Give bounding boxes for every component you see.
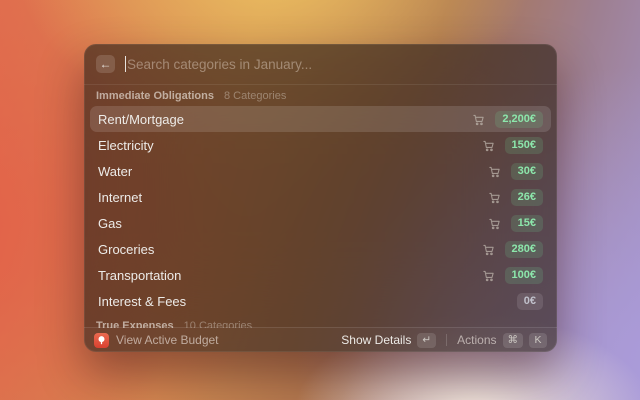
- actions-button[interactable]: Actions ⌘ K: [457, 332, 547, 348]
- show-details-button[interactable]: Show Details ↵: [341, 332, 437, 348]
- amount-badge: 100€: [504, 266, 543, 284]
- category-name: Interest & Fees: [98, 293, 187, 309]
- amount-badge: 0€: [516, 292, 543, 310]
- actions-label: Actions: [457, 333, 497, 347]
- amount-badge: 280€: [504, 240, 543, 258]
- footer-divider: [446, 334, 448, 346]
- command-palette-window: ← Immediate Obligations 8 Categories Rent…: [84, 44, 557, 352]
- category-row[interactable]: Groceries 280€: [90, 236, 551, 262]
- category-accessories: 30€: [488, 162, 543, 180]
- category-name: Rent/Mortgage: [98, 111, 184, 127]
- text-cursor: [125, 56, 126, 72]
- section-count: 8 Categories: [223, 90, 287, 102]
- shopping-cart-icon: [482, 244, 494, 255]
- amount-badge: 15€: [510, 214, 543, 232]
- category-name: Gas: [98, 215, 122, 231]
- search-input[interactable]: [127, 56, 545, 72]
- section-header: Immediate Obligations 8 Categories: [90, 84, 551, 106]
- category-accessories: 15€: [488, 214, 543, 232]
- category-accessories: 26€: [488, 188, 543, 206]
- back-arrow-icon: ←: [99, 57, 112, 71]
- shopping-cart-icon: [488, 192, 500, 203]
- category-name: Internet: [98, 189, 143, 205]
- amount-badge: 150€: [504, 136, 543, 154]
- footer-app-label: View Active Budget: [116, 333, 219, 347]
- section-name: Immediate Obligations: [96, 90, 214, 102]
- amount-badge: 26€: [510, 188, 543, 206]
- amount-badge: 2,200€: [495, 110, 543, 128]
- category-accessories: 150€: [482, 136, 543, 154]
- shopping-cart-icon: [482, 140, 494, 151]
- category-row[interactable]: Internet 26€: [90, 184, 551, 210]
- category-accessories: 280€: [482, 240, 543, 258]
- back-button[interactable]: ←: [96, 55, 115, 73]
- shopping-cart-icon: [482, 270, 494, 281]
- command-key-icon: ⌘: [502, 332, 523, 348]
- category-accessories: 0€: [516, 292, 543, 310]
- return-key-icon: ↵: [417, 332, 437, 348]
- show-details-label: Show Details: [341, 333, 412, 347]
- category-row[interactable]: Transportation 100€: [90, 262, 551, 288]
- category-name: Electricity: [98, 137, 154, 153]
- search-bar: ←: [84, 44, 557, 85]
- category-list: Immediate Obligations 8 Categories Rent/M…: [84, 84, 557, 328]
- category-row[interactable]: Electricity 150€: [90, 132, 551, 158]
- tree-icon: [98, 335, 105, 344]
- amount-badge: 30€: [510, 162, 543, 180]
- shopping-cart-icon: [488, 166, 500, 177]
- category-name: Transportation: [98, 267, 182, 283]
- category-row[interactable]: Water 30€: [90, 158, 551, 184]
- category-row[interactable]: Rent/Mortgage 2,200€: [90, 106, 551, 132]
- category-row[interactable]: Gas 15€: [90, 210, 551, 236]
- category-name: Water: [98, 163, 133, 179]
- section-header: True Expenses 10 Categories: [90, 314, 551, 329]
- category-accessories: 2,200€: [472, 110, 543, 128]
- category-name: Groceries: [98, 241, 155, 257]
- footer-actions: Show Details ↵ Actions ⌘ K: [341, 332, 547, 348]
- k-key-icon: K: [529, 332, 547, 348]
- footer-bar: View Active Budget Show Details ↵ Action…: [84, 327, 557, 352]
- category-accessories: 100€: [482, 266, 543, 284]
- ynab-app-icon: [94, 332, 109, 348]
- category-row[interactable]: Interest & Fees 0€: [90, 288, 551, 314]
- shopping-cart-icon: [488, 218, 500, 229]
- shopping-cart-icon: [473, 114, 484, 125]
